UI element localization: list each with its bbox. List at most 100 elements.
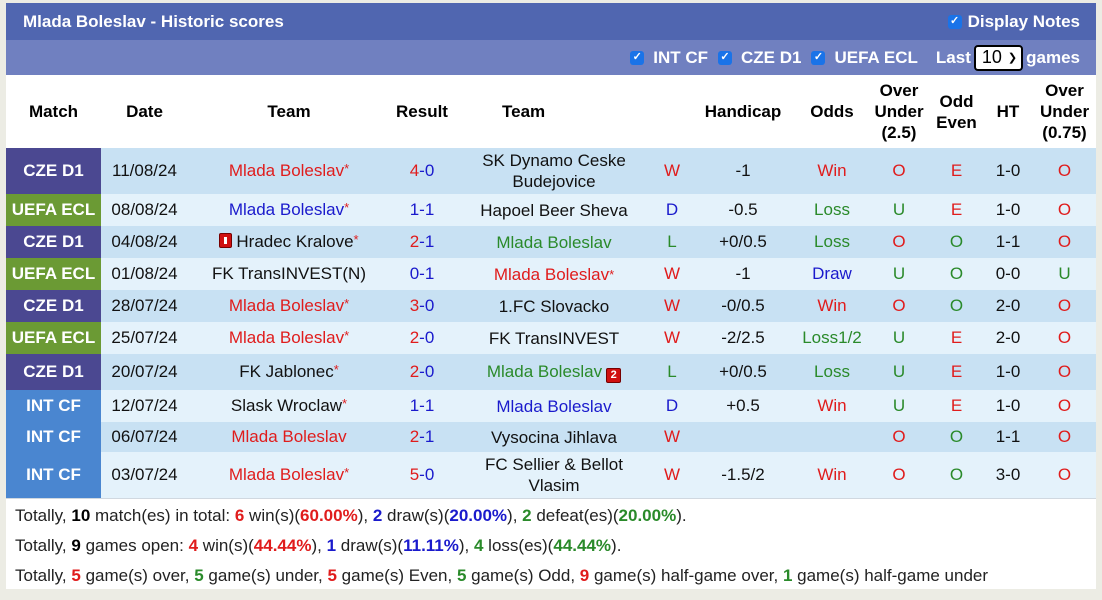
team-name[interactable]: Mlada Boleslav — [496, 397, 611, 416]
filter-uefa-ecl[interactable]: ✓ UEFA ECL — [811, 47, 918, 68]
filter-int-cf[interactable]: ✓ INT CF — [630, 48, 708, 68]
filter-cze-d1-checkbox[interactable]: ✓ — [718, 50, 732, 65]
oe-value: E — [950, 362, 963, 381]
oe-value: O — [949, 465, 964, 484]
team-name[interactable]: FK TransINVEST — [489, 329, 619, 348]
ou2-value: O — [1057, 427, 1072, 446]
score[interactable]: 5-0 — [390, 452, 454, 498]
team-name[interactable]: Hradec Kralove — [236, 232, 353, 251]
away-team[interactable]: 1.FC Slovacko — [454, 290, 654, 322]
display-notes-toggle[interactable]: ✓ Display Notes — [947, 12, 1080, 32]
score[interactable]: 3-0 — [390, 290, 454, 322]
away-team[interactable]: FC Sellier & Bellot Vlasim — [454, 452, 654, 498]
team-name[interactable]: FK TransINVEST(N) — [212, 264, 366, 283]
team-name[interactable]: FC Sellier & Bellot Vlasim — [485, 455, 623, 495]
team-name[interactable]: Mlada Boleslav — [231, 427, 346, 446]
team-name[interactable]: Mlada Boleslav — [229, 161, 344, 180]
competition-badge[interactable]: INT CF — [6, 422, 101, 452]
home-score: 1 — [409, 396, 420, 415]
over-under-0-75: O — [1033, 390, 1096, 422]
score[interactable]: 2-0 — [390, 322, 454, 354]
summary-value: 60.00% — [300, 506, 358, 525]
away-team[interactable]: Mlada Boleslav — [454, 390, 654, 422]
home-team[interactable]: Mlada Boleslav* — [188, 148, 390, 194]
score[interactable]: 4-0 — [390, 148, 454, 194]
team-name[interactable]: Mlada Boleslav — [229, 328, 344, 347]
ou-value: U — [892, 362, 906, 381]
competition-badge[interactable]: CZE D1 — [6, 226, 101, 258]
score[interactable]: 2-1 — [390, 422, 454, 452]
away-team[interactable]: FK TransINVEST — [454, 322, 654, 354]
match-result: W — [654, 422, 690, 452]
team-name[interactable]: 1.FC Slovacko — [499, 297, 610, 316]
team-name[interactable]: Mlada Boleslav — [229, 296, 344, 315]
competition-badge[interactable]: UEFA ECL — [6, 322, 101, 354]
odds-value: Win — [817, 161, 847, 180]
ou2-value: O — [1057, 296, 1072, 315]
score[interactable]: 2-0 — [390, 354, 454, 390]
team-name[interactable]: Mlada Boleslav — [496, 233, 611, 252]
filter-uefa-ecl-label: UEFA ECL — [834, 47, 918, 67]
handicap: -2/2.5 — [690, 322, 796, 354]
competition-badge[interactable]: INT CF — [6, 452, 101, 498]
filter-cze-d1[interactable]: ✓ CZE D1 — [718, 48, 801, 68]
team-name[interactable]: SK Dynamo Ceske Budejovice — [482, 151, 626, 191]
team-name[interactable]: Mlada Boleslav — [229, 465, 344, 484]
summary-value: 5 — [194, 566, 204, 585]
home-team[interactable]: Mlada Boleslav* — [188, 194, 390, 226]
team-name[interactable]: Hapoel Beer Sheva — [480, 201, 627, 220]
home-team[interactable]: Mlada Boleslav* — [188, 322, 390, 354]
away-team[interactable]: Mlada Boleslav 2 — [454, 354, 654, 390]
summary-value: 9 — [579, 566, 590, 585]
score[interactable]: 2-1 — [390, 226, 454, 258]
ou-value: U — [892, 200, 906, 219]
home-indicator-star: * — [344, 200, 350, 215]
home-score: 2 — [409, 328, 420, 347]
filter-uefa-ecl-checkbox[interactable]: ✓ — [811, 50, 826, 65]
home-team[interactable]: FK Jablonec* — [188, 354, 390, 390]
over-under-2-5: O — [868, 226, 930, 258]
score[interactable]: 0-1 — [390, 258, 454, 290]
date-text: 08/08/24 — [111, 200, 178, 219]
col-home-team: Team — [188, 75, 390, 148]
filter-int-cf-checkbox[interactable]: ✓ — [630, 50, 645, 65]
team-name[interactable]: Mlada Boleslav — [487, 362, 602, 381]
home-team[interactable]: Mlada Boleslav — [188, 422, 390, 452]
half-time-score: 1-0 — [983, 148, 1033, 194]
table-row: UEFA ECL 25/07/24 Mlada Boleslav* 2-0 FK Tra… — [6, 322, 1096, 354]
team-name[interactable]: Mlada Boleslav — [229, 200, 344, 219]
odd-even: O — [930, 290, 983, 322]
competition-badge[interactable]: CZE D1 — [6, 148, 101, 194]
home-indicator-star: * — [344, 161, 350, 176]
team-name[interactable]: Vysocina Jihlava — [491, 428, 617, 447]
home-team[interactable]: FK TransINVEST(N) — [188, 258, 390, 290]
summary-text: ). — [611, 536, 622, 555]
away-team[interactable]: SK Dynamo Ceske Budejovice — [454, 148, 654, 194]
match-result: D — [654, 194, 690, 226]
last-games-select[interactable]: 10 ❯ — [973, 44, 1024, 71]
competition-badge[interactable]: INT CF — [6, 390, 101, 422]
score[interactable]: 1-1 — [390, 194, 454, 226]
home-team[interactable]: Slask Wroclaw* — [188, 390, 390, 422]
team-name[interactable]: Mlada Boleslav — [494, 265, 609, 284]
team-name[interactable]: Slask Wroclaw — [231, 396, 342, 415]
competition-badge[interactable]: CZE D1 — [6, 354, 101, 390]
competition-badge[interactable]: CZE D1 — [6, 290, 101, 322]
home-team[interactable]: Hradec Kralove* — [188, 226, 390, 258]
oe-value: E — [950, 200, 963, 219]
competition-badge[interactable]: UEFA ECL — [6, 258, 101, 290]
competition-badge[interactable]: UEFA ECL — [6, 194, 101, 226]
col-ht: HT — [983, 75, 1033, 148]
summary-value: 5 — [456, 566, 467, 585]
home-team[interactable]: Mlada Boleslav* — [188, 452, 390, 498]
away-team[interactable]: Vysocina Jihlava — [454, 422, 654, 452]
away-team[interactable]: Hapoel Beer Sheva — [454, 194, 654, 226]
away-team[interactable]: Mlada Boleslav — [454, 226, 654, 258]
odd-even: E — [930, 390, 983, 422]
odds-result: Win — [796, 290, 868, 322]
team-name[interactable]: FK Jablonec — [239, 362, 334, 381]
display-notes-checkbox[interactable]: ✓ — [947, 14, 962, 29]
home-team[interactable]: Mlada Boleslav* — [188, 290, 390, 322]
score[interactable]: 1-1 — [390, 390, 454, 422]
away-team[interactable]: Mlada Boleslav* — [454, 258, 654, 290]
